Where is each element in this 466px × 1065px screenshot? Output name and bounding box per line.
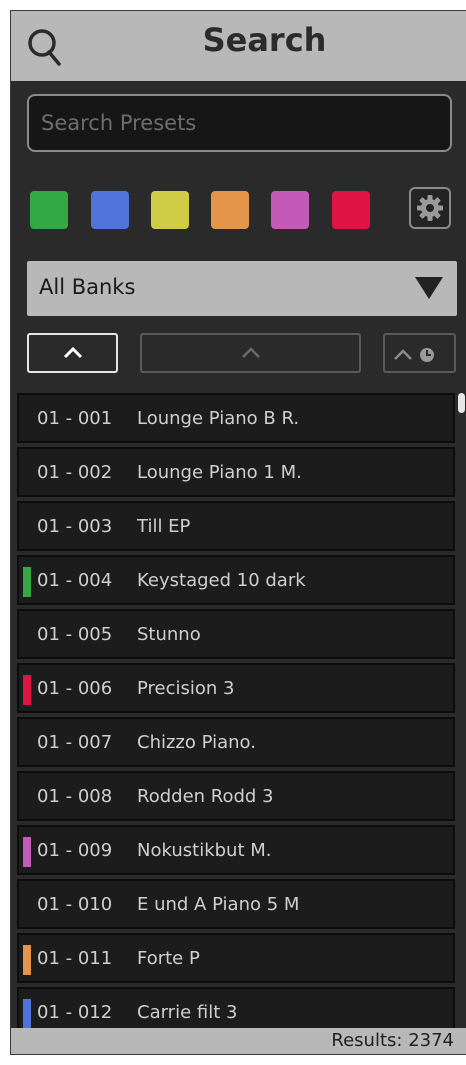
preset-row[interactable]: 01 - 004 Keystaged 10 dark (17, 555, 455, 605)
color-filter-magenta[interactable] (271, 191, 309, 229)
preset-name: Lounge Piano B R. (137, 408, 300, 429)
preset-name: Till EP (137, 516, 191, 537)
color-tag (23, 567, 31, 597)
color-filter-orange[interactable] (211, 191, 249, 229)
page-title: Search (202, 21, 327, 59)
list-scrollbar[interactable] (458, 393, 466, 1028)
search-header: Search (11, 11, 466, 81)
caret-down-icon (415, 277, 443, 299)
preset-row[interactable]: 01 - 007 Chizzo Piano. (17, 717, 455, 767)
preset-row[interactable]: 01 - 005 Stunno (17, 609, 455, 659)
preset-number: 01 - 001 (37, 408, 113, 429)
color-tag (23, 999, 31, 1028)
sort-by-name-button[interactable] (140, 333, 361, 373)
status-bar: Results: 2374 (11, 1028, 466, 1054)
color-tag (23, 945, 31, 975)
chevron-up-clock-icon (394, 348, 434, 362)
preset-name: Nokustikbut M. (137, 840, 272, 861)
preset-name: Keystaged 10 dark (137, 570, 306, 591)
bank-filter-dropdown[interactable]: All Banks (27, 261, 457, 316)
preset-name: E und A Piano 5 M (137, 894, 300, 915)
preset-number: 01 - 004 (37, 570, 113, 591)
chevron-up-icon (63, 346, 83, 359)
gear-icon (417, 195, 443, 221)
color-tag (23, 675, 31, 705)
preset-name: Chizzo Piano. (137, 732, 256, 753)
color-filter-blue[interactable] (91, 191, 129, 229)
preset-browser-panel: Search All Banks (10, 10, 466, 1055)
color-filter-red[interactable] (332, 191, 370, 229)
preset-number: 01 - 012 (37, 1002, 113, 1023)
preset-name: Carrie filt 3 (137, 1002, 238, 1023)
bank-filter-value: All Banks (39, 275, 136, 299)
settings-button[interactable] (409, 187, 451, 229)
preset-name: Stunno (137, 624, 201, 645)
preset-list[interactable]: 01 - 001 Lounge Piano B R. 01 - 002 Lounge … (17, 393, 457, 1028)
preset-number: 01 - 009 (37, 840, 113, 861)
preset-number: 01 - 002 (37, 462, 113, 483)
preset-name: Precision 3 (137, 678, 235, 699)
color-tag (23, 837, 31, 867)
preset-number: 01 - 011 (37, 948, 113, 969)
preset-number: 01 - 008 (37, 786, 113, 807)
preset-number: 01 - 007 (37, 732, 113, 753)
preset-row[interactable]: 01 - 002 Lounge Piano 1 M. (17, 447, 455, 497)
color-filter-yellow[interactable] (151, 191, 189, 229)
preset-number: 01 - 006 (37, 678, 113, 699)
search-field[interactable] (27, 94, 452, 152)
preset-name: Lounge Piano 1 M. (137, 462, 302, 483)
preset-number: 01 - 005 (37, 624, 113, 645)
scrollbar-thumb[interactable] (458, 393, 465, 413)
preset-name: Forte P (137, 948, 200, 969)
preset-number: 01 - 003 (37, 516, 113, 537)
results-count: Results: 2374 (331, 1030, 454, 1051)
search-input[interactable] (29, 96, 450, 150)
preset-row[interactable]: 01 - 009 Nokustikbut M. (17, 825, 455, 875)
preset-row[interactable]: 01 - 003 Till EP (17, 501, 455, 551)
preset-row[interactable]: 01 - 010 E und A Piano 5 M (17, 879, 455, 929)
preset-row[interactable]: 01 - 001 Lounge Piano B R. (17, 393, 455, 443)
preset-number: 01 - 010 (37, 894, 113, 915)
preset-row[interactable]: 01 - 011 Forte P (17, 933, 455, 983)
chevron-up-icon (242, 347, 260, 358)
preset-name: Rodden Rodd 3 (137, 786, 274, 807)
preset-row[interactable]: 01 - 006 Precision 3 (17, 663, 455, 713)
color-filter-green[interactable] (30, 191, 68, 229)
preset-row[interactable]: 01 - 008 Rodden Rodd 3 (17, 771, 455, 821)
preset-row[interactable]: 01 - 012 Carrie filt 3 (17, 987, 455, 1028)
sort-by-number-button[interactable] (27, 333, 118, 373)
sort-by-recent-button[interactable] (383, 333, 456, 373)
